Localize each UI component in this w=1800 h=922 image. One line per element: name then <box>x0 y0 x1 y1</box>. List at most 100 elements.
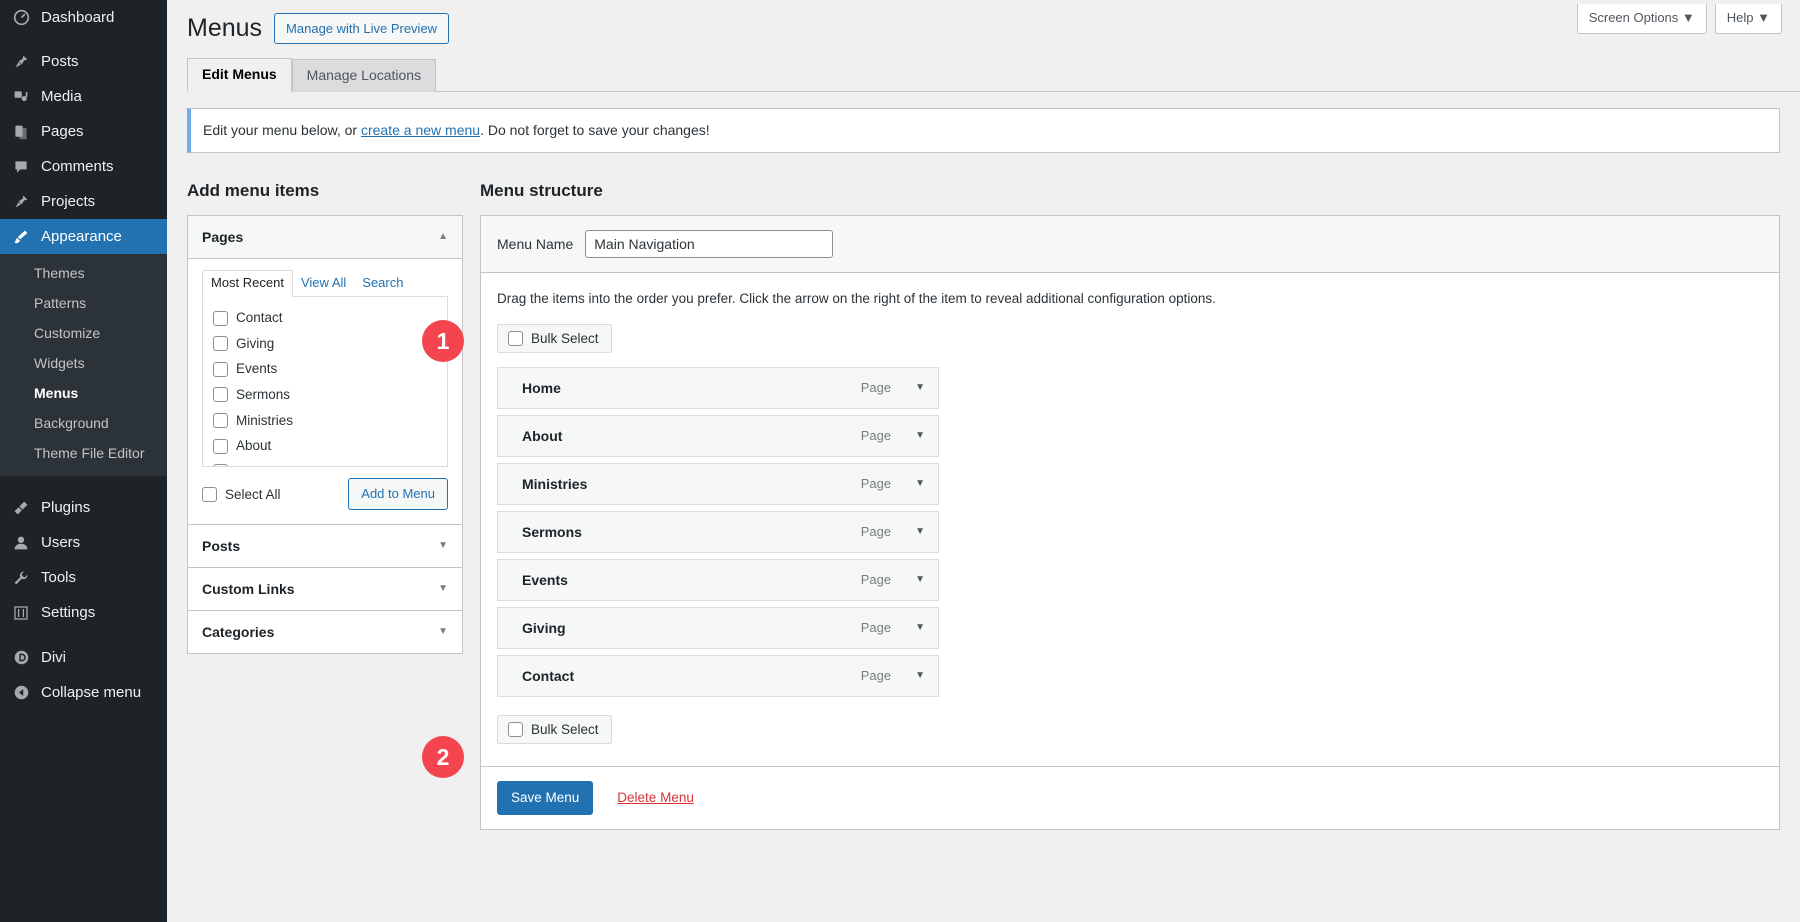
chevron-down-icon[interactable]: ▼ <box>438 627 448 637</box>
page-label: Ministries <box>236 410 293 432</box>
save-menu-button[interactable]: Save Menu <box>497 781 593 815</box>
bulk-select-bottom[interactable]: Bulk Select <box>497 715 612 744</box>
select-all-checkbox[interactable]: Select All <box>202 487 281 502</box>
chevron-down-icon[interactable]: ▼ <box>438 541 448 551</box>
submenu-item-background[interactable]: Background <box>0 408 167 438</box>
chevron-down-icon[interactable]: ▼ <box>915 430 925 441</box>
submenu-item-themes[interactable]: Themes <box>0 258 167 288</box>
submenu-item-menus[interactable]: Menus <box>0 378 167 408</box>
submenu-item-widgets[interactable]: Widgets <box>0 348 167 378</box>
tab-most-recent[interactable]: Most Recent <box>202 270 293 297</box>
sidebar-item-label: Comments <box>41 159 114 174</box>
custom-links-panel-header[interactable]: Custom Links ▼ <box>188 568 462 610</box>
user-icon <box>11 533 31 553</box>
submenu-item-patterns[interactable]: Patterns <box>0 288 167 318</box>
checkbox-icon[interactable] <box>202 487 217 502</box>
submenu-item-theme-file-editor[interactable]: Theme File Editor <box>0 438 167 468</box>
menu-name-row: Menu Name <box>481 216 1779 273</box>
pages-checkbox-list[interactable]: Contact Giving Events <box>202 297 448 467</box>
checkbox-icon[interactable] <box>508 722 523 737</box>
tab-edit-menus[interactable]: Edit Menus <box>187 58 292 92</box>
sidebar-item-comments[interactable]: Comments <box>0 149 167 184</box>
sidebar-bottom-nav: Plugins Users Tools Settings <box>0 490 167 630</box>
table-row[interactable]: Ministries Page ▼ <box>497 463 939 505</box>
table-row[interactable]: Sermons Page ▼ <box>497 511 939 553</box>
add-menu-items-title: Add menu items <box>187 179 463 203</box>
create-a-new-menu-link[interactable]: create a new menu <box>361 122 480 138</box>
table-row[interactable]: Contact Page ▼ <box>497 655 939 697</box>
add-menu-items-column: Add menu items Pages ▲ Most Recent View … <box>187 179 463 654</box>
sidebar-item-tools[interactable]: Tools <box>0 560 167 595</box>
brush-icon <box>11 227 31 247</box>
menu-item-type: Page <box>861 476 891 491</box>
list-item[interactable]: About <box>213 433 437 459</box>
checkbox-icon[interactable] <box>508 331 523 346</box>
chevron-down-icon[interactable]: ▼ <box>915 382 925 393</box>
table-row[interactable]: About Page ▼ <box>497 415 939 457</box>
screen-options-button[interactable]: Screen Options ▼ <box>1577 4 1707 34</box>
menu-item-meta: Page ▼ <box>861 380 925 395</box>
pages-panel-header[interactable]: Pages ▲ <box>188 216 462 259</box>
tab-view-all[interactable]: View All <box>293 271 354 296</box>
table-row[interactable]: Events Page ▼ <box>497 559 939 601</box>
manage-with-live-preview-button[interactable]: Manage with Live Preview <box>274 13 449 45</box>
categories-panel-header[interactable]: Categories ▼ <box>188 611 462 653</box>
list-item[interactable]: Events <box>213 356 437 382</box>
delete-menu-link[interactable]: Delete Menu <box>617 790 694 805</box>
nav-tabs: Edit Menus Manage Locations <box>187 61 1800 92</box>
menu-item-type: Page <box>861 524 891 539</box>
pages-panel-body: Most Recent View All Search Contact <box>188 259 462 524</box>
list-item[interactable]: Sermons <box>213 382 437 408</box>
sidebar-item-plugins[interactable]: Plugins <box>0 490 167 525</box>
tab-search[interactable]: Search <box>354 271 411 296</box>
checkbox-icon[interactable] <box>213 387 228 402</box>
sidebar-collapse-menu[interactable]: Collapse menu <box>0 675 167 710</box>
sidebar-item-users[interactable]: Users <box>0 525 167 560</box>
checkbox-icon[interactable] <box>213 413 228 428</box>
menu-name-input[interactable] <box>585 230 833 258</box>
menu-item-type: Page <box>861 380 891 395</box>
sidebar-divider-2 <box>0 630 167 640</box>
chevron-down-icon[interactable]: ▼ <box>438 584 448 594</box>
menu-item-label: Home <box>522 380 561 396</box>
chevron-down-icon[interactable]: ▼ <box>915 670 925 681</box>
posts-panel-header[interactable]: Posts ▼ <box>188 525 462 567</box>
list-item[interactable]: Home <box>213 459 437 467</box>
sidebar-item-label: Projects <box>41 194 95 209</box>
chevron-down-icon[interactable]: ▼ <box>915 622 925 633</box>
sidebar-item-settings[interactable]: Settings <box>0 595 167 630</box>
checkbox-icon[interactable] <box>213 439 228 454</box>
sidebar-item-divi[interactable]: Divi <box>0 640 167 675</box>
sidebar-item-media[interactable]: Media <box>0 79 167 114</box>
chevron-down-icon[interactable]: ▼ <box>915 478 925 489</box>
list-item[interactable]: Giving <box>213 331 437 357</box>
menu-item-label: Events <box>522 572 568 588</box>
chevron-down-icon[interactable]: ▼ <box>915 574 925 585</box>
table-row[interactable]: Giving Page ▼ <box>497 607 939 649</box>
sidebar-item-pages[interactable]: Pages <box>0 114 167 149</box>
sidebar-item-posts[interactable]: Posts <box>0 44 167 79</box>
menu-notice: Edit your menu below, or create a new me… <box>187 108 1780 153</box>
pages-panel: Pages ▲ Most Recent View All Search <box>188 216 462 524</box>
submenu-item-customize[interactable]: Customize <box>0 318 167 348</box>
tab-manage-locations[interactable]: Manage Locations <box>292 59 436 92</box>
page-title: Menus <box>187 12 262 45</box>
appearance-submenu: Themes Patterns Customize Widgets Menus … <box>0 254 167 476</box>
checkbox-icon[interactable] <box>213 336 228 351</box>
menu-item-label: Giving <box>522 620 566 636</box>
table-row[interactable]: Home Page ▼ <box>497 367 939 409</box>
help-button[interactable]: Help ▼ <box>1715 4 1782 34</box>
sidebar-item-projects[interactable]: Projects <box>0 184 167 219</box>
add-to-menu-button[interactable]: Add to Menu <box>348 478 448 510</box>
checkbox-icon[interactable] <box>213 362 228 377</box>
list-item[interactable]: Contact <box>213 305 437 331</box>
media-icon <box>11 87 31 107</box>
sidebar-item-dashboard[interactable]: Dashboard <box>0 0 167 35</box>
bulk-select-top[interactable]: Bulk Select <box>497 324 612 353</box>
list-item[interactable]: Ministries <box>213 408 437 434</box>
bulk-select-label: Bulk Select <box>531 722 599 737</box>
chevron-up-icon[interactable]: ▲ <box>438 232 448 242</box>
checkbox-icon[interactable] <box>213 311 228 326</box>
chevron-down-icon[interactable]: ▼ <box>915 526 925 537</box>
sidebar-item-appearance[interactable]: Appearance <box>0 219 167 254</box>
